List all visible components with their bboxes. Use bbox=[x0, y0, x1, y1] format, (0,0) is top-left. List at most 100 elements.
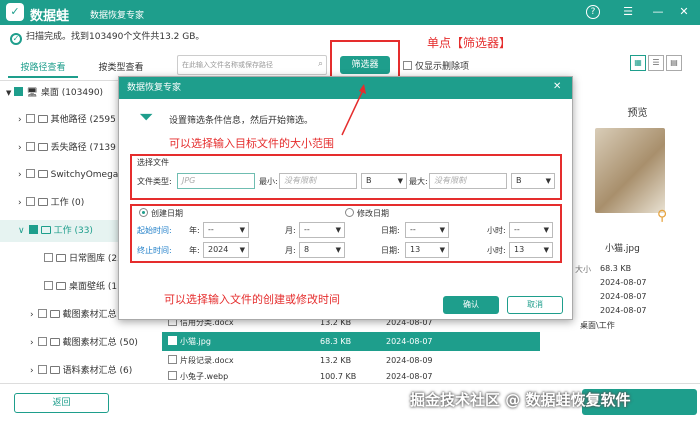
tree-item-label: 工作 (0) bbox=[50, 198, 85, 208]
max-size-input[interactable]: 没有限制 bbox=[429, 173, 507, 189]
app-subtitle: 数据恢复专家 bbox=[90, 11, 145, 21]
tree-checkbox[interactable] bbox=[25, 142, 35, 151]
chevron-down-icon: ▼ bbox=[439, 246, 445, 254]
tab-by-path[interactable]: 按路径查看 bbox=[8, 58, 78, 78]
folder-icon bbox=[56, 254, 66, 262]
app-name: 数据蛙 bbox=[30, 9, 70, 24]
dialog-description: 设置筛选条件信息，然后开始筛选。 bbox=[169, 116, 314, 126]
detail-view-icon[interactable]: ▤ bbox=[666, 55, 682, 71]
min-unit-value: B bbox=[366, 176, 372, 185]
end-year-select[interactable]: 2024 ▼ bbox=[203, 242, 249, 258]
start-month-label: 月: bbox=[285, 226, 296, 235]
chevron-down-icon: ▼ bbox=[545, 177, 551, 185]
search-input[interactable]: 在此输入文件名称或保存路径 ⌕ bbox=[177, 55, 327, 75]
chevron-down-icon: ▼ bbox=[543, 246, 549, 254]
folder-icon bbox=[49, 366, 60, 374]
end-month-value: 8 bbox=[304, 245, 310, 254]
start-hour-value: -- bbox=[514, 225, 520, 234]
file-checkbox[interactable] bbox=[168, 336, 177, 345]
title-bar: ✓ 数据蛙 数据恢复专家 ? ☰ — ✕ bbox=[0, 0, 700, 25]
start-hour-select[interactable]: -- ▼ bbox=[509, 222, 553, 238]
preview-filename: 小猫.jpg bbox=[605, 244, 640, 254]
end-hour-select[interactable]: 13 ▼ bbox=[509, 242, 553, 258]
start-day-select[interactable]: -- ▼ bbox=[405, 222, 449, 238]
tree-checkbox[interactable] bbox=[44, 253, 53, 262]
tree-item-label: 截图素材汇总 (50) bbox=[62, 338, 138, 348]
file-size: 100.7 KB bbox=[320, 372, 357, 381]
file-name: 片段记录.docx bbox=[180, 356, 234, 365]
tree-item-label: 桌面 (103490) bbox=[40, 88, 104, 98]
min-size-input[interactable]: 没有限制 bbox=[279, 173, 357, 189]
dialog-close-icon[interactable]: ✕ bbox=[553, 81, 561, 92]
tree-checkbox[interactable] bbox=[14, 87, 24, 96]
end-hour-value: 13 bbox=[514, 245, 525, 254]
tree-item[interactable]: › 语料素材汇总 (6) bbox=[0, 360, 160, 382]
chevron-down-icon: ▼ bbox=[397, 177, 403, 185]
filter-button[interactable]: 筛选器 bbox=[340, 56, 390, 74]
tree-item-label: 工作 (33) bbox=[53, 226, 93, 236]
file-checkbox[interactable] bbox=[168, 355, 177, 364]
min-unit-select[interactable]: B ▼ bbox=[361, 173, 407, 189]
preview-modified: 2024-08-07 bbox=[600, 292, 647, 301]
annotation-time-range: 可以选择输入文件的创建或修改时间 bbox=[164, 293, 340, 306]
tree-checkbox[interactable] bbox=[28, 225, 38, 234]
tree-item-label: 丢失路径 (7139 bbox=[50, 143, 116, 153]
start-day-label: 日期: bbox=[381, 226, 400, 235]
list-view-icon[interactable]: ☰ bbox=[648, 55, 664, 71]
modified-date-radio[interactable] bbox=[345, 208, 354, 217]
file-row[interactable]: 片段记录.docx 13.2 KB 2024-08-09 bbox=[162, 351, 540, 370]
tree-checkbox[interactable] bbox=[25, 197, 35, 206]
preview-size-label: 大小 bbox=[575, 265, 591, 274]
back-button[interactable]: 返回 bbox=[14, 393, 109, 413]
chevron-down-icon: ▼ bbox=[439, 226, 445, 234]
show-deleted-label: 仅显示删除项 bbox=[415, 62, 470, 72]
tree-checkbox[interactable] bbox=[37, 309, 47, 318]
end-month-select[interactable]: 8 ▼ bbox=[299, 242, 345, 258]
show-deleted-checkbox[interactable] bbox=[403, 61, 412, 70]
tree-item[interactable]: › 截图素材汇总 (50) bbox=[0, 332, 160, 354]
max-size-label: 最大: bbox=[409, 177, 428, 186]
file-type-input[interactable]: JPG bbox=[177, 173, 255, 189]
tree-checkbox[interactable] bbox=[44, 281, 53, 290]
close-icon[interactable]: ✕ bbox=[676, 4, 692, 20]
scan-status-text: 扫描完成。找到103490个文件共13.2 GB。 bbox=[26, 32, 205, 42]
file-size: 13.2 KB bbox=[320, 356, 352, 365]
start-year-label: 年: bbox=[189, 226, 200, 235]
annotation-arrow bbox=[341, 84, 366, 136]
file-size: 68.3 KB bbox=[320, 337, 352, 346]
show-deleted-toggle[interactable]: 仅显示删除项 bbox=[403, 59, 469, 72]
tree-checkbox[interactable] bbox=[37, 365, 47, 374]
confirm-button[interactable]: 确认 bbox=[443, 296, 499, 314]
tree-item-label: 语料素材汇总 (6) bbox=[62, 366, 133, 376]
file-checkbox[interactable] bbox=[168, 371, 177, 380]
search-icon[interactable]: ⌕ bbox=[318, 59, 323, 69]
funnel-icon: ⏷ bbox=[139, 107, 154, 128]
tree-checkbox[interactable] bbox=[25, 114, 35, 123]
folder-icon bbox=[56, 282, 66, 290]
modified-date-label: 修改日期 bbox=[357, 209, 389, 218]
created-date-radio[interactable] bbox=[139, 208, 148, 217]
file-date: 2024-08-07 bbox=[386, 337, 433, 346]
cancel-button[interactable]: 取消 bbox=[507, 296, 563, 314]
tree-checkbox[interactable] bbox=[37, 337, 47, 346]
start-hour-label: 小时: bbox=[487, 226, 506, 235]
tab-by-type[interactable]: 按类型查看 bbox=[86, 58, 156, 78]
start-month-select[interactable]: -- ▼ bbox=[299, 222, 345, 238]
folder-icon bbox=[37, 170, 48, 178]
settings-icon[interactable]: ☰ bbox=[620, 4, 636, 20]
modified-date-option[interactable]: 修改日期 bbox=[345, 206, 389, 222]
file-row[interactable]: 小兔子.webp 100.7 KB 2024-08-07 bbox=[162, 370, 540, 383]
zoom-icon[interactable]: ⚲ bbox=[657, 208, 667, 224]
grid-view-icon[interactable]: ▦ bbox=[630, 55, 646, 71]
end-time-label: 终止时间: bbox=[137, 246, 172, 255]
max-unit-select[interactable]: B ▼ bbox=[511, 173, 555, 189]
file-row-selected[interactable]: 小猫.jpg 68.3 KB 2024-08-07 bbox=[162, 332, 540, 351]
preview-accessed: 2024-08-07 bbox=[600, 306, 647, 315]
end-day-select[interactable]: 13 ▼ bbox=[405, 242, 449, 258]
start-year-select[interactable]: -- ▼ bbox=[203, 222, 249, 238]
chevron-down-icon: ▼ bbox=[239, 246, 245, 254]
help-icon[interactable]: ? bbox=[586, 5, 600, 19]
created-date-option[interactable]: 创建日期 bbox=[139, 206, 183, 222]
tree-checkbox[interactable] bbox=[25, 169, 35, 178]
minimize-icon[interactable]: — bbox=[650, 4, 666, 20]
